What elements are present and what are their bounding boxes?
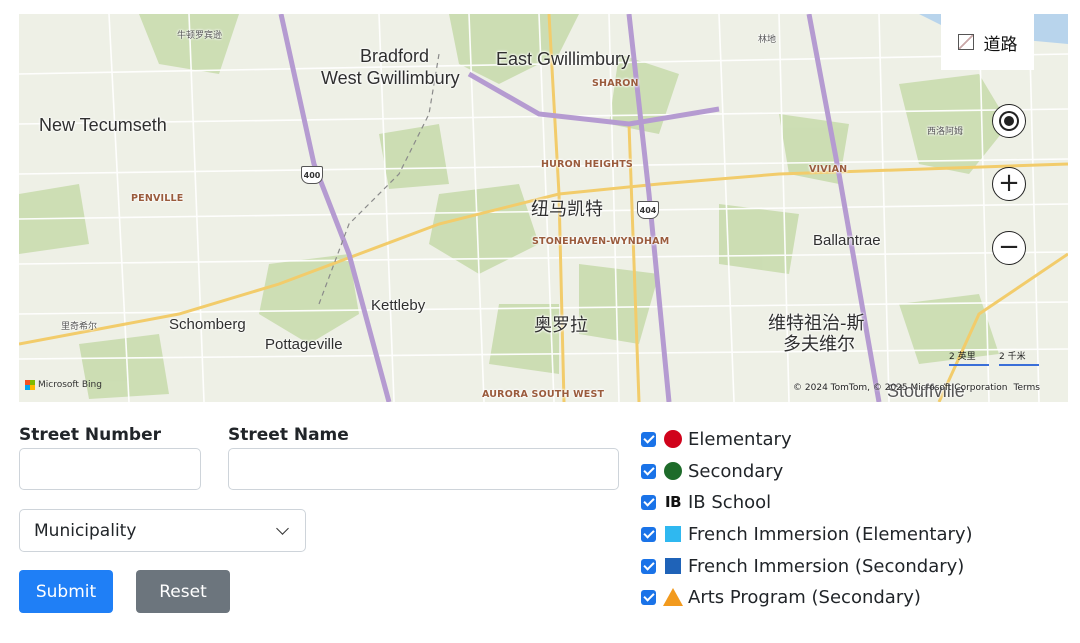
orange-triangle-icon [663,588,683,606]
secondary-checkbox[interactable] [641,463,656,479]
ib-icon: IB [664,493,682,511]
scale-metric: 2 千米 [999,349,1039,366]
elementary-checkbox[interactable] [641,431,656,447]
submit-button[interactable]: Submit [19,570,113,613]
legend-item-ib-school[interactable]: IB IB School [641,490,771,514]
bing-logo: Microsoft Bing [25,380,102,390]
map-label-east-gwillimbury: East Gwillimbury [496,49,631,69]
locate-me-button[interactable] [992,104,1026,138]
legend-item-arts-program[interactable]: Arts Program (Secondary) [641,585,921,609]
map-view[interactable]: 牛顿罗宾逊 Bradford West Gwillimbury East Gwi… [19,14,1068,402]
map-label-vivian: VIVIAN [809,164,848,175]
map-label-liqixier: 里奇希尔 [61,322,98,332]
french-immersion-secondary-checkbox[interactable] [641,558,656,574]
plus-icon: + [998,168,1020,198]
zoom-in-button[interactable]: + [992,167,1026,201]
municipality-selected-value: Municipality [34,520,137,541]
french-immersion-elementary-checkbox[interactable] [641,526,656,542]
light-blue-square-icon [665,526,681,542]
legend-item-french-immersion-elementary[interactable]: French Immersion (Elementary) [641,522,973,546]
microsoft-logo-icon [25,380,35,390]
map-label-aurora-south-west: AURORA SOUTH WEST [482,389,605,400]
legend-item-elementary[interactable]: Elementary [641,427,792,451]
highway-404-shield: 404 [637,201,659,219]
zoom-out-button[interactable]: − [992,231,1026,265]
chevron-down-icon [276,521,289,535]
map-attribution: © 2024 TomTom, © 2025 Microsoft Corporat… [793,383,1040,393]
map-label-newmarket: 纽马凯特 [531,199,603,220]
map-label-schomberg: Schomberg [169,316,246,333]
legend-label: IB School [688,491,772,513]
minus-icon: − [998,232,1020,262]
blue-square-icon [665,558,681,574]
map-label-aurora: 奥罗拉 [534,315,588,336]
map-label-stouffville-cn-1: 维特祖治-斯 [768,313,865,334]
road-style-icon [957,34,974,50]
attribution-text: © 2024 TomTom, © 2025 Microsoft Corporat… [793,383,1008,393]
green-circle-icon [664,462,682,480]
legend-label: Arts Program (Secondary) [688,586,921,608]
map-label-pottageville: Pottageville [265,336,343,353]
street-name-label: Street Name [228,425,349,445]
reset-button[interactable]: Reset [136,570,230,613]
legend-label: Secondary [688,460,784,482]
arts-program-checkbox[interactable] [641,589,656,605]
terms-link[interactable]: Terms [1013,383,1040,393]
map-style-label: 道路 [983,34,1018,55]
bing-label: Microsoft Bing [38,380,102,390]
map-label-huron-heights: HURON HEIGHTS [541,159,633,170]
legend-label: Elementary [688,428,792,450]
red-circle-icon [664,430,682,448]
municipality-select[interactable]: Municipality [19,509,306,552]
map-label-stouffville-cn-2: 多夫维尔 [783,334,855,355]
map-label-sharon: SHARON [592,78,639,89]
map-label-west-gwillimbury: West Gwillimbury [321,68,460,88]
legend-item-french-immersion-secondary[interactable]: French Immersion (Secondary) [641,554,964,578]
map-label-penville: PENVILLE [131,193,184,204]
map-label-new-tecumseth: New Tecumseth [39,115,167,135]
highway-400-shield: 400 [301,166,323,184]
legend-label: French Immersion (Elementary) [688,523,973,545]
map-label-stonehaven: STONEHAVEN-WYNDHAM [532,236,670,247]
legend-item-secondary[interactable]: Secondary [641,459,783,483]
street-number-label: Street Number [19,425,161,445]
street-name-input[interactable] [228,448,619,490]
map-label-xiluoa: 西洛阿姆 [927,127,964,137]
legend-label: French Immersion (Secondary) [688,555,965,577]
map-label-linxin: 林地 [758,35,777,45]
map-label-niudun: 牛顿罗宾逊 [177,31,223,41]
ib-school-checkbox[interactable] [641,494,656,510]
street-number-input[interactable] [19,448,201,490]
map-label-ballantrae: Ballantrae [813,232,881,249]
scale-imperial: 2 英里 [949,349,989,366]
map-label-bradford: Bradford [360,46,430,66]
map-label-kettleby: Kettleby [371,297,426,314]
map-style-toggle[interactable]: 道路 [941,14,1034,70]
locate-icon [1004,116,1014,126]
